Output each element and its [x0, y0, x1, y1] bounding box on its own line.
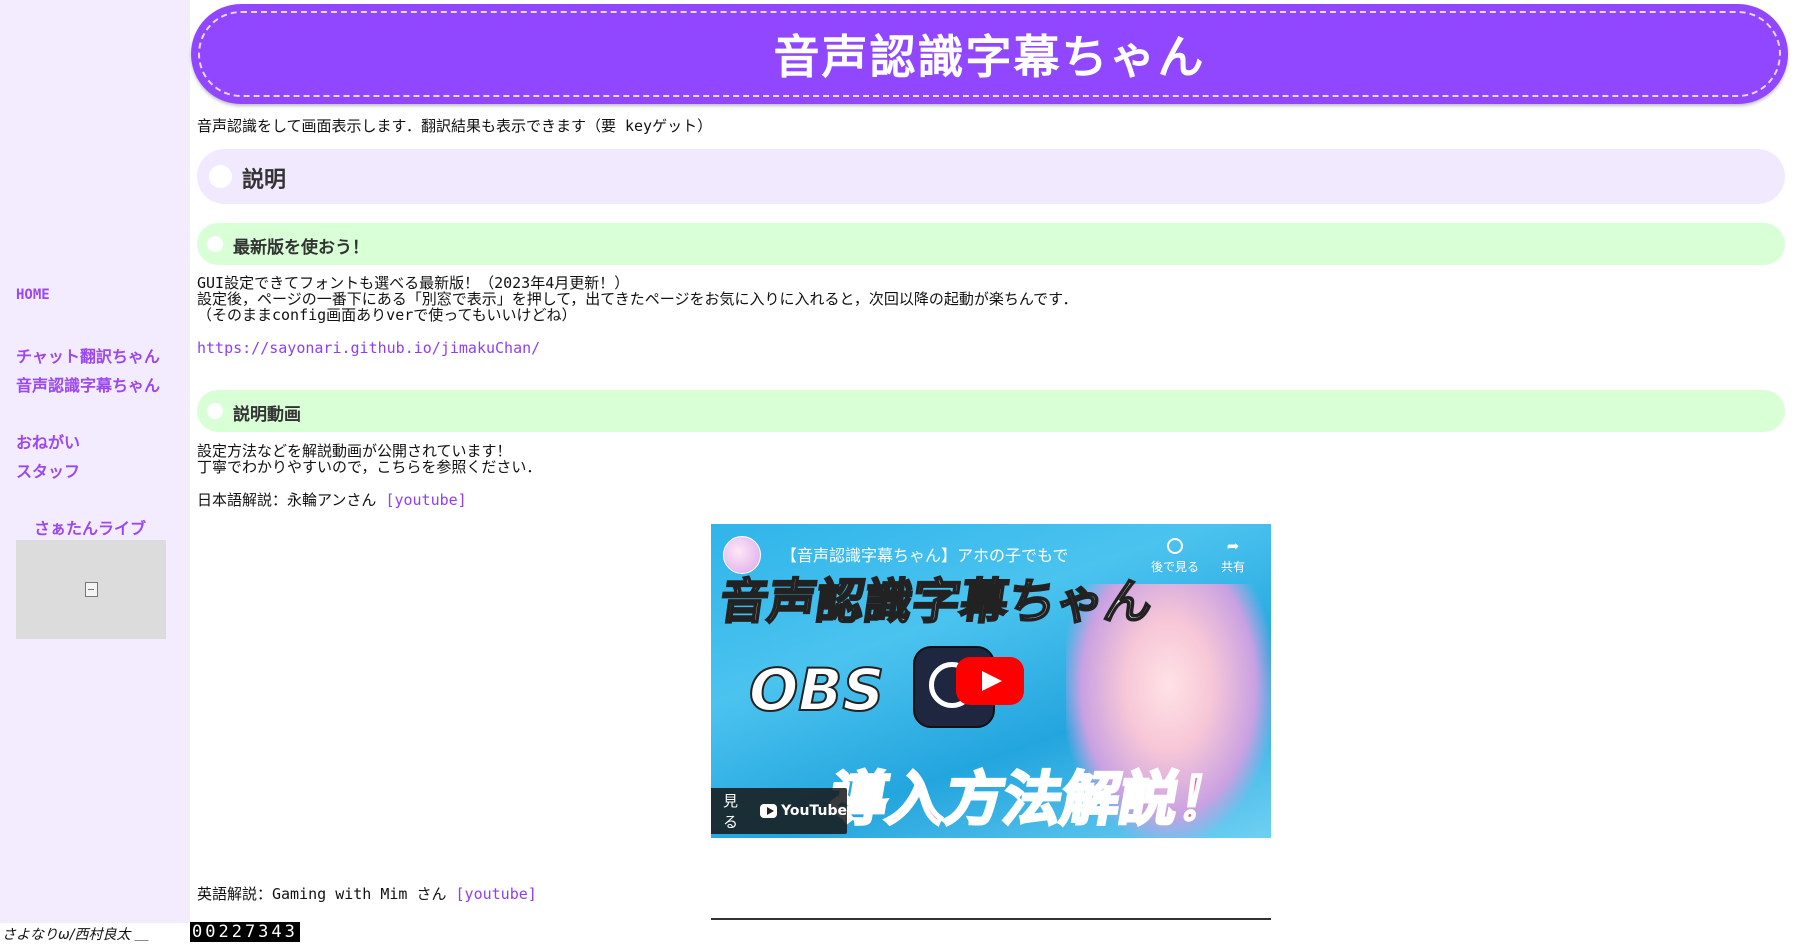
subsection-title: 最新版を使おう！ [233, 238, 369, 258]
second-video-embed-edge[interactable] [711, 918, 1271, 920]
sidebar: HOME チャット翻訳ちゃん 音声認識字幕ちゃん おねがい スタッフ さぁたんラ… [0, 0, 190, 923]
en-youtube-link[interactable]: [youtube] [456, 885, 537, 903]
clock-icon [1166, 538, 1183, 554]
watch-later-button[interactable]: 後で見る [1151, 538, 1199, 575]
share-label: 共有 [1220, 560, 1245, 574]
bullet-icon [207, 403, 223, 419]
live-embed[interactable] [16, 540, 166, 639]
sidebar-item-chat-translate[interactable]: チャット翻訳ちゃん [16, 343, 160, 367]
bullet-icon [207, 236, 223, 252]
watch-label: 見る [723, 792, 739, 831]
subsection-title: 説明動画 [233, 405, 301, 425]
en-explanation: 英語解説：Gaming with Mim さん [youtube] [197, 886, 537, 902]
watch-later-label: 後で見る [1150, 560, 1199, 574]
thumbnail-title-text: 音声認識字幕ちゃん [715, 573, 1157, 631]
latest-line-2: 設定後，ページの一番下にある「別窓で表示」を押して，出てきたページをお気に入りに… [197, 290, 1078, 308]
sidebar-item-speech-subtitle[interactable]: 音声認識字幕ちゃん [16, 372, 160, 396]
section-heading-description: 説明 [197, 149, 1785, 204]
page-title: 音声認識字幕ちゃん [773, 30, 1206, 84]
footer-author: さよなりω/西村良太 ＿ [2, 927, 149, 943]
intro-text: 音声認識をして画面表示します．翻訳結果も表示できます（要 keyゲット） [197, 117, 713, 135]
watch-on-youtube-button[interactable]: 見る YouTube [711, 788, 847, 834]
share-icon: ➦ [1226, 537, 1240, 555]
subsection-heading-latest: 最新版を使おう！ [197, 223, 1785, 265]
thumbnail-obs-text: OBS [748, 655, 885, 725]
youtube-embed[interactable]: 【音声認識字幕ちゃん】アホの子でもで 音声認識字幕ちゃん OBS 導入方法解説！… [711, 524, 1271, 838]
en-explanation-label: 英語解説：Gaming with Mim さん [197, 885, 456, 903]
section-title: 説明 [242, 168, 287, 193]
broken-image-icon [84, 582, 98, 597]
visitor-counter: 00227343 [190, 922, 300, 942]
jp-youtube-link[interactable]: [youtube] [385, 491, 466, 509]
video-top-actions: 後で見る ➦ 共有 [1151, 538, 1245, 575]
latest-line-1: GUI設定できてフォントも選べる最新版！（2023年4月更新！） [197, 274, 630, 292]
latest-url-link[interactable]: https://sayonari.github.io/jimakuChan/ [197, 340, 540, 356]
page-header: 音声認識字幕ちゃん [191, 4, 1788, 104]
youtube-logo-icon [760, 804, 778, 818]
video-line-1: 設定方法などを解説動画が公開されています！ [197, 442, 512, 460]
sidebar-item-home[interactable]: HOME [16, 287, 50, 303]
jp-explanation-label: 日本語解説：永輪アンさん [197, 491, 386, 509]
share-button[interactable]: ➦ 共有 [1221, 538, 1245, 575]
youtube-wordmark: YouTube [781, 803, 847, 819]
bullet-icon [209, 165, 232, 188]
play-button[interactable] [956, 657, 1024, 705]
video-line-2: 丁寧でわかりやすいので，こちらを参照ください． [197, 458, 542, 476]
latest-line-3: （そのままconfig画面ありverで使ってもいいけどね） [197, 306, 577, 324]
subsection-heading-video: 説明動画 [197, 390, 1785, 432]
thumbnail-subtitle-text: 導入方法解説！ [823, 764, 1244, 835]
sidebar-item-staff[interactable]: スタッフ [16, 458, 80, 482]
sidebar-item-request[interactable]: おねがい [16, 429, 80, 453]
live-title: さぁたんライブ [34, 519, 147, 538]
jp-explanation: 日本語解説：永輪アンさん [youtube] [197, 492, 467, 508]
